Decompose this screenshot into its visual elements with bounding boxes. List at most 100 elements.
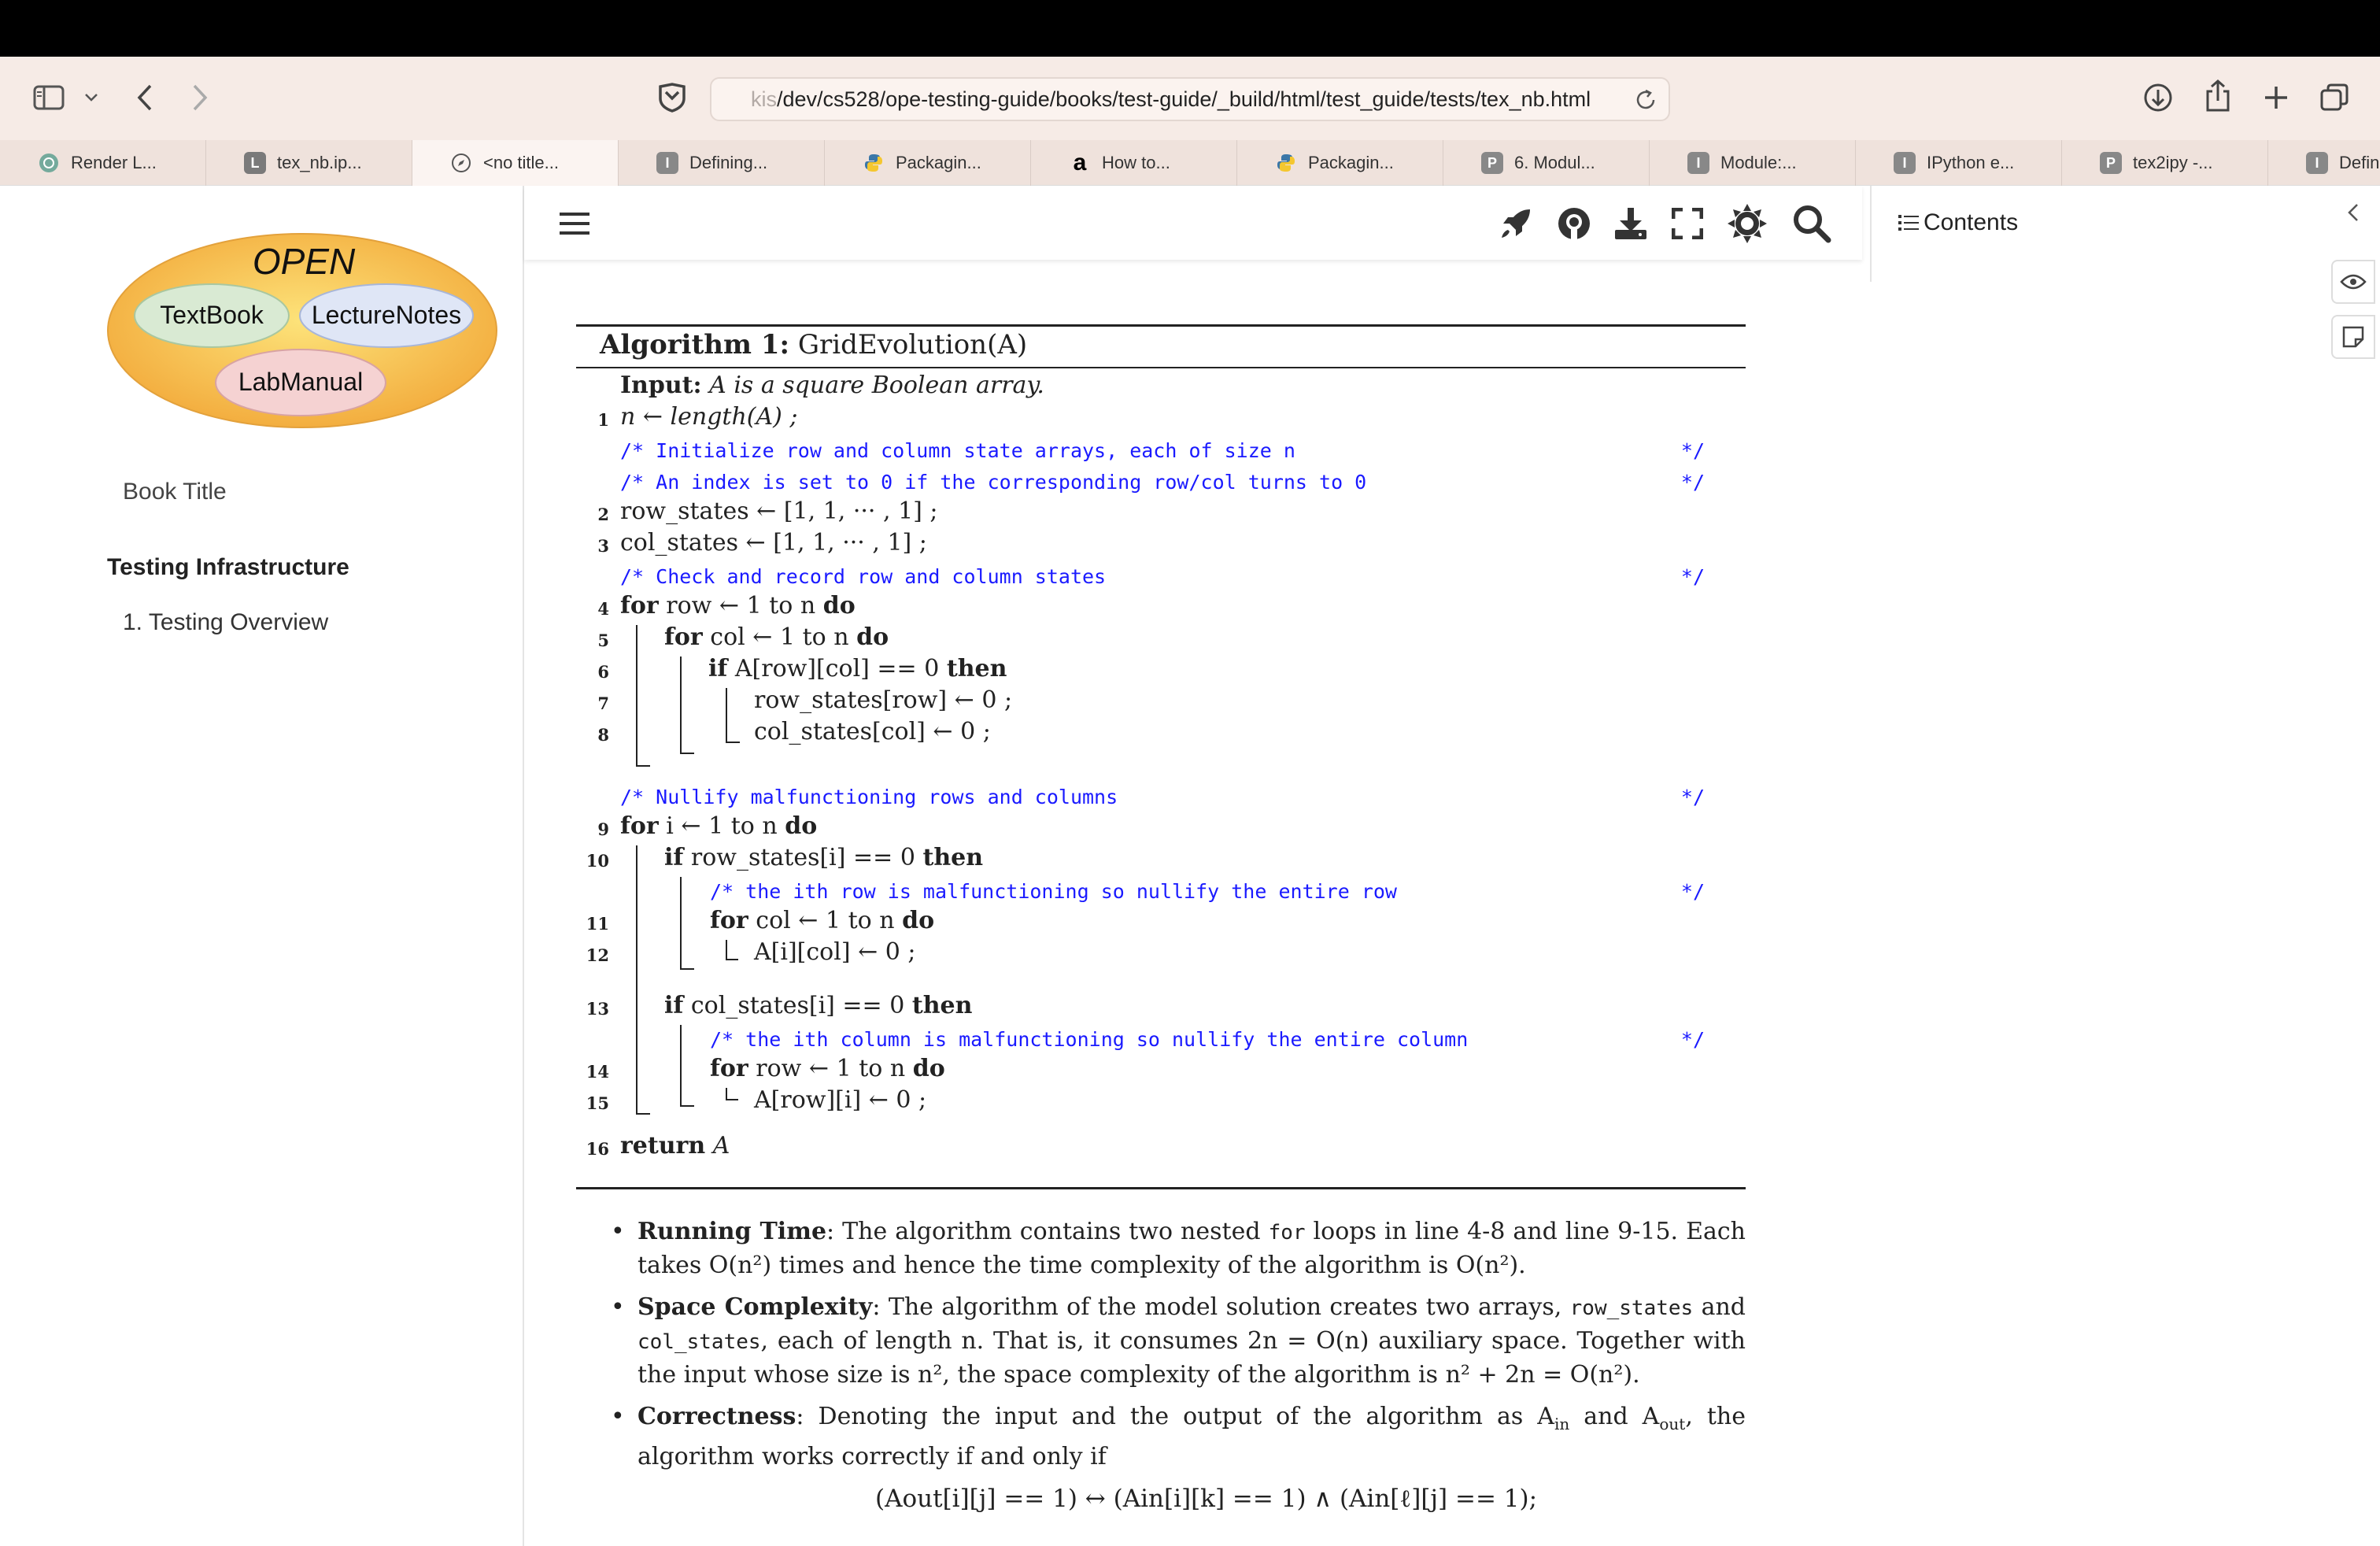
block-bar bbox=[680, 1105, 694, 1107]
tab-favicon-icon bbox=[38, 152, 60, 174]
alg-line-2: 2 row_states ← [1, 1, ··· , 1] ; bbox=[576, 497, 1746, 529]
browser-tab[interactable]: Ptex2ipy -... bbox=[2062, 140, 2268, 186]
logo-textbook-text: TextBook bbox=[160, 301, 264, 329]
shield-icon[interactable] bbox=[655, 80, 689, 115]
right-rail bbox=[2326, 186, 2380, 1546]
line-number: 14 bbox=[586, 1062, 609, 1082]
tab-overview-icon[interactable] bbox=[2317, 80, 2352, 115]
sidebar-toggle-icon[interactable] bbox=[30, 82, 68, 113]
browser-tab[interactable]: a How to... bbox=[1031, 140, 1237, 186]
algorithm-title-prefix: Algorithm 1: bbox=[600, 329, 790, 361]
line-number: 3 bbox=[597, 536, 609, 556]
browser-tab[interactable]: Ltex_nb.ip... bbox=[206, 140, 412, 186]
inline-code: col_states bbox=[638, 1330, 761, 1354]
kw-for: for bbox=[664, 623, 703, 651]
browser-tab[interactable]: I Defining... bbox=[619, 140, 825, 186]
line-number: 4 bbox=[597, 599, 609, 619]
comment-end: */ bbox=[1680, 880, 1705, 903]
tab-label: How to... bbox=[1102, 153, 1170, 172]
sidebar-item-testing-overview[interactable]: 1. Testing Overview bbox=[123, 609, 328, 636]
tab-favicon-icon bbox=[450, 152, 472, 174]
tab-favicon-icon: L bbox=[244, 152, 266, 174]
top-rule bbox=[576, 324, 1746, 327]
rocket-icon[interactable] bbox=[1494, 202, 1538, 246]
book-title-link[interactable]: Book Title bbox=[123, 479, 227, 505]
line-number: 7 bbox=[597, 693, 609, 713]
github-icon[interactable] bbox=[1552, 202, 1596, 246]
kw-then: then bbox=[911, 992, 973, 1019]
bullet-heading: Correctness bbox=[638, 1403, 796, 1430]
window-top-bar bbox=[0, 0, 2380, 57]
browser-tab[interactable]: Packagin... bbox=[825, 140, 1031, 186]
line-text: col ← 1 to n bbox=[756, 907, 895, 934]
algorithm-title-name: GridEvolution(A) bbox=[797, 329, 1028, 361]
line-text: col ← 1 to n bbox=[710, 623, 849, 651]
line-text: A[row][col] == 0 bbox=[734, 655, 940, 682]
downloads-icon[interactable] bbox=[2141, 80, 2175, 115]
alg-line-16: 16 return A bbox=[576, 1132, 1746, 1163]
analysis-list: Running Time: The algorithm contains two… bbox=[611, 1215, 1746, 1482]
title-rule bbox=[576, 367, 1746, 368]
reload-icon[interactable] bbox=[1634, 88, 1658, 117]
chevron-down-icon[interactable] bbox=[82, 88, 101, 107]
comment-end: */ bbox=[1680, 439, 1705, 462]
tab-label: 6. Modul... bbox=[1514, 153, 1595, 172]
contents-toggle[interactable]: Contents bbox=[1898, 209, 2018, 236]
tab-bar: Render L... Ltex_nb.ip... <no title... I Def… bbox=[0, 140, 2380, 186]
fullscreen-icon[interactable] bbox=[1665, 202, 1709, 246]
tab-favicon-icon bbox=[863, 152, 885, 174]
comment-text: /* An index is set to 0 if the correspon… bbox=[620, 471, 1367, 494]
back-icon[interactable] bbox=[131, 80, 159, 115]
note-icon[interactable] bbox=[2331, 315, 2375, 359]
bullet-text: : The algorithm contains two nested bbox=[826, 1218, 1269, 1245]
bullet-text: and A bbox=[1569, 1403, 1660, 1430]
browser-tab[interactable]: I IPython e... bbox=[1856, 140, 2062, 186]
browser-tab[interactable]: Render L... bbox=[0, 140, 206, 186]
forward-icon[interactable] bbox=[186, 80, 214, 115]
comment-text: /* the ith row is malfunctioning so null… bbox=[710, 880, 1397, 903]
eye-icon[interactable] bbox=[2331, 260, 2375, 304]
browser-tab[interactable]: Packagin... bbox=[1237, 140, 1443, 186]
input-label: Input: bbox=[620, 372, 702, 399]
browser-tab[interactable]: I Module:... bbox=[1650, 140, 1856, 186]
alg-line-15: 15 A[row][i] ← 0 ; bbox=[576, 1086, 1746, 1118]
line-text: n ← length(A) ; bbox=[620, 403, 798, 431]
comment-line: /* the ith row is malfunctioning so null… bbox=[576, 877, 1746, 908]
block-bar bbox=[680, 753, 694, 754]
browser-tab[interactable]: I Defining... bbox=[2268, 140, 2380, 186]
bullet-text: and bbox=[1693, 1293, 1746, 1321]
tab-label: Render L... bbox=[71, 153, 157, 172]
kw-do: do bbox=[822, 592, 856, 620]
open-logo[interactable]: OPEN TextBook LectureNotes LabManual bbox=[105, 231, 499, 430]
block-bar bbox=[726, 688, 727, 743]
comment-line: /* An index is set to 0 if the correspon… bbox=[576, 468, 1746, 499]
bullet-heading: Space Complexity bbox=[638, 1293, 873, 1321]
tab-label: IPython e... bbox=[1927, 153, 2015, 172]
kw-do: do bbox=[785, 812, 818, 840]
share-icon[interactable] bbox=[2201, 77, 2235, 115]
contents-label: Contents bbox=[1924, 209, 2019, 235]
tab-favicon-icon: P bbox=[2100, 152, 2122, 174]
search-icon[interactable] bbox=[1790, 202, 1834, 246]
collapse-chevron-icon[interactable] bbox=[2331, 190, 2375, 235]
kw-for: for bbox=[620, 592, 659, 620]
block-bar bbox=[680, 877, 682, 970]
tab-favicon-icon: I bbox=[656, 152, 678, 174]
menu-icon[interactable] bbox=[552, 202, 597, 246]
new-tab-icon[interactable] bbox=[2259, 80, 2293, 115]
download-icon[interactable] bbox=[1609, 202, 1653, 246]
comment-text: /* Check and record row and column state… bbox=[620, 565, 1107, 588]
browser-tab[interactable]: <no title... bbox=[412, 140, 619, 186]
line-number: 12 bbox=[586, 945, 609, 965]
subscript: in bbox=[1554, 1415, 1570, 1433]
alg-line-13: 13 if col_states[i] == 0 then bbox=[576, 992, 1746, 1023]
alg-line-8: 8 col_states[col] ← 0 ; bbox=[576, 718, 1746, 749]
address-bar[interactable]: kis/dev/cs528/ope-testing-guide/books/te… bbox=[710, 77, 1670, 121]
contents-panel: Contents bbox=[1870, 186, 2326, 282]
line-text: A[row][i] ← 0 ; bbox=[754, 1086, 927, 1114]
browser-tab[interactable]: P 6. Modul... bbox=[1443, 140, 1650, 186]
theme-toggle-icon[interactable] bbox=[1725, 202, 1769, 246]
comment-line: /* Initialize row and column state array… bbox=[576, 436, 1746, 468]
tab-favicon-icon: I bbox=[1894, 152, 1916, 174]
comment-text: /* the ith column is malfunctioning so n… bbox=[710, 1028, 1469, 1051]
